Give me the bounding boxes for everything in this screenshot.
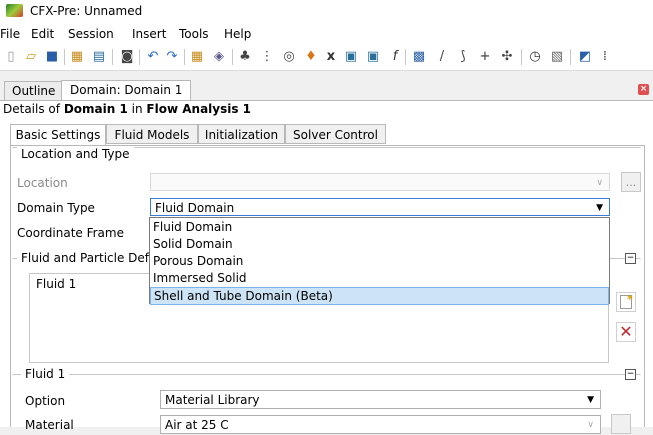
location-browse-button[interactable]: ... [621, 172, 641, 192]
domain-option-fluid[interactable]: Fluid Domain [153, 220, 232, 234]
tab-outline[interactable]: Outline [4, 81, 64, 100]
timer-icon[interactable]: ◷ [526, 48, 544, 66]
tab-fluid-models[interactable]: Fluid Models [106, 124, 198, 144]
cfx-app-icon [6, 4, 23, 17]
domain-option-immersed-solid[interactable]: Immersed Solid [153, 271, 247, 285]
option-combo[interactable]: Material Library ▼ [160, 390, 601, 409]
location-combo: ∨ [150, 173, 610, 191]
mesh-import-icon[interactable]: ▦ [188, 48, 206, 66]
location-type-group-label: Location and Type [17, 147, 134, 161]
domain-option-porous[interactable]: Porous Domain [153, 254, 243, 268]
location-label: Location [17, 176, 68, 190]
new-icon: ✶ [625, 293, 634, 304]
screenshot-icon[interactable]: ◙ [118, 48, 136, 66]
domain-type-combo[interactable]: Fluid Domain ▼ [150, 198, 610, 216]
boundary-icon[interactable]: ♣ [236, 48, 254, 66]
dropdown-arrow-icon: ▼ [587, 395, 594, 405]
function-icon[interactable]: ▣ [342, 48, 360, 66]
chevron-down-icon: ∨ [596, 178, 603, 188]
title-bar: CFX-Pre: Unnamed [0, 0, 653, 24]
dropdown-arrow-icon: ▼ [596, 203, 603, 213]
coordinate-frame-label: Coordinate Frame [17, 226, 124, 240]
menu-edit[interactable]: Edit [31, 27, 54, 41]
menu-bar: File Edit Session Insert Tools Help [0, 24, 653, 44]
fluid1-group-label: Fluid 1 [21, 367, 70, 381]
domain-icon[interactable]: ◈ [210, 48, 228, 66]
monitor-icon[interactable]: ✣ [498, 48, 516, 66]
tab-solver-control[interactable]: Solver Control [285, 124, 386, 144]
more-icon[interactable]: ⁞ [596, 48, 614, 66]
output-icon[interactable]: ▧ [548, 48, 566, 66]
material-combo[interactable]: Air at 25 C ∨ [160, 415, 601, 434]
delete-icon[interactable]: ✕ [616, 322, 636, 342]
new-icon[interactable]: ▯ [2, 48, 20, 66]
fluid-particle-group-label: Fluid and Particle Defin [17, 251, 164, 265]
subdomain-icon[interactable]: ◎ [280, 48, 298, 66]
chevron-down-icon: ∨ [587, 420, 594, 430]
tab-initialization[interactable]: Initialization [198, 124, 285, 144]
collapse-icon[interactable]: − [625, 369, 636, 380]
toolbar: ▯ ▱ ■ ▦ ▤ ◙ ↶ ↷ ▦ ◈ ♣ ⋮ ◎ ♦ x ▣ ▣ f ▩ / … [0, 44, 653, 71]
mesh-icon[interactable]: ▤ [90, 48, 108, 66]
list-item[interactable]: Fluid 1 [36, 277, 76, 291]
domain-option-shell-and-tube[interactable]: Shell and Tube Domain (Beta) [150, 287, 609, 305]
open-icon[interactable]: ▱ [22, 48, 40, 66]
menu-session[interactable]: Session [68, 27, 114, 41]
material-label: Material [25, 418, 74, 432]
window-title: CFX-Pre: Unnamed [30, 4, 143, 18]
menu-tools[interactable]: Tools [179, 27, 209, 41]
interface-icon[interactable]: ⋮ [258, 48, 276, 66]
source-icon[interactable]: ♦ [302, 48, 320, 66]
line-icon[interactable]: / [433, 48, 451, 66]
mesh-grid-icon[interactable]: ▩ [410, 48, 428, 66]
undo-icon[interactable]: ↶ [144, 48, 162, 66]
close-icon[interactable]: × [638, 84, 649, 95]
domain-type-label: Domain Type [17, 201, 95, 215]
details-heading: Details of Domain 1 in Flow Analysis 1 [3, 102, 252, 116]
user-function-icon[interactable]: ▣ [364, 48, 382, 66]
redo-icon[interactable]: ↷ [163, 48, 181, 66]
material-icon[interactable]: f [386, 48, 404, 66]
import-mesh-icon[interactable]: ▦ [68, 48, 86, 66]
tab-basic-settings[interactable]: Basic Settings [10, 124, 106, 146]
collapse-icon[interactable]: − [625, 253, 636, 264]
menu-insert[interactable]: Insert [132, 27, 166, 41]
particle-icon[interactable]: ⟆ [454, 48, 472, 66]
save-icon[interactable]: ■ [43, 48, 61, 66]
expression-icon[interactable]: x [322, 48, 340, 66]
domain-option-solid[interactable]: Solid Domain [153, 237, 233, 251]
point-icon[interactable]: + [476, 48, 494, 66]
option-label: Option [25, 394, 66, 408]
domain-type-dropdown: Fluid Domain Solid Domain Porous Domain … [149, 217, 610, 305]
solver-icon[interactable]: ◩ [576, 48, 594, 66]
menu-help[interactable]: Help [224, 27, 251, 41]
add-item-button[interactable]: ✶ [616, 292, 636, 312]
tab-domain-1[interactable]: Domain: Domain 1 [61, 80, 192, 102]
material-browse-button[interactable] [611, 414, 631, 434]
menu-file[interactable]: File [0, 27, 20, 41]
